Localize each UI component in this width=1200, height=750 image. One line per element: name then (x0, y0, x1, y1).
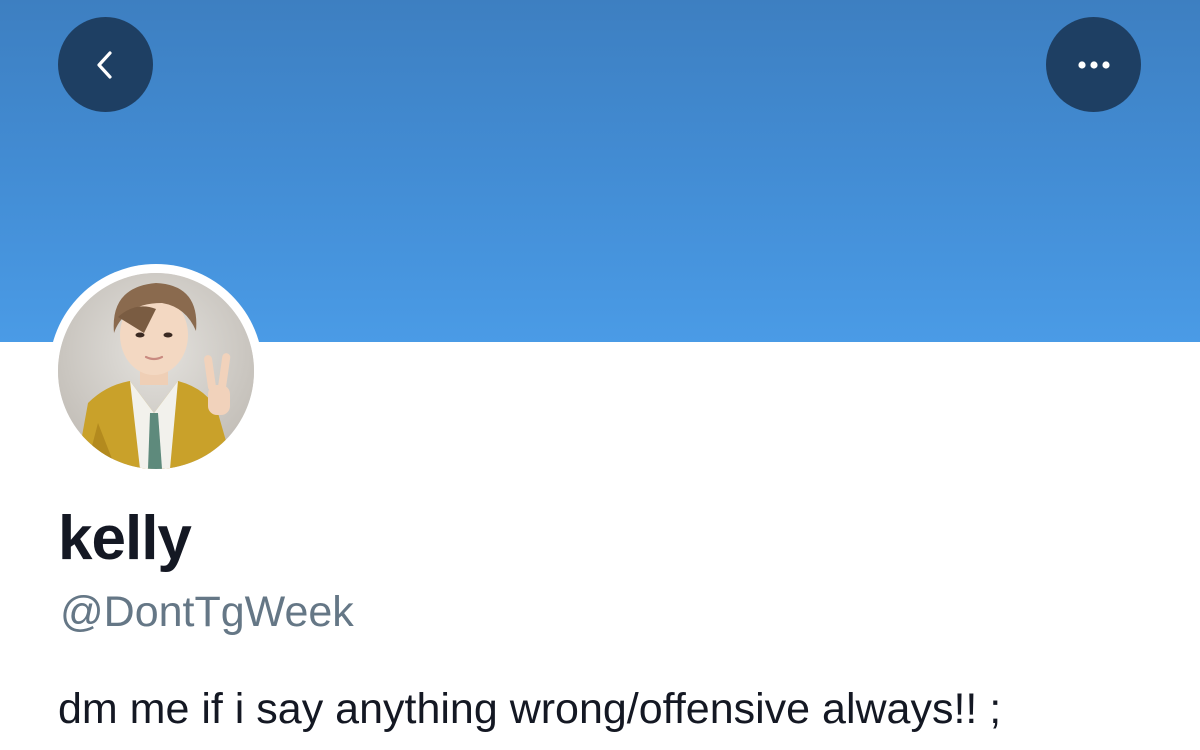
chevron-left-icon (96, 50, 112, 79)
more-horizontal-icon (1077, 60, 1110, 69)
user-handle: @DontTgWeek (60, 588, 354, 636)
profile-page: kelly @DontTgWeek dm me if i say anythin… (0, 0, 1200, 750)
avatar[interactable] (58, 273, 254, 469)
display-name: kelly (58, 504, 192, 573)
profile-bio: dm me if i say anything wrong/offensive … (58, 685, 1002, 733)
avatar-photo (58, 273, 254, 469)
avatar-frame[interactable] (49, 264, 263, 478)
back-button[interactable] (58, 17, 153, 112)
more-options-button[interactable] (1046, 17, 1141, 112)
